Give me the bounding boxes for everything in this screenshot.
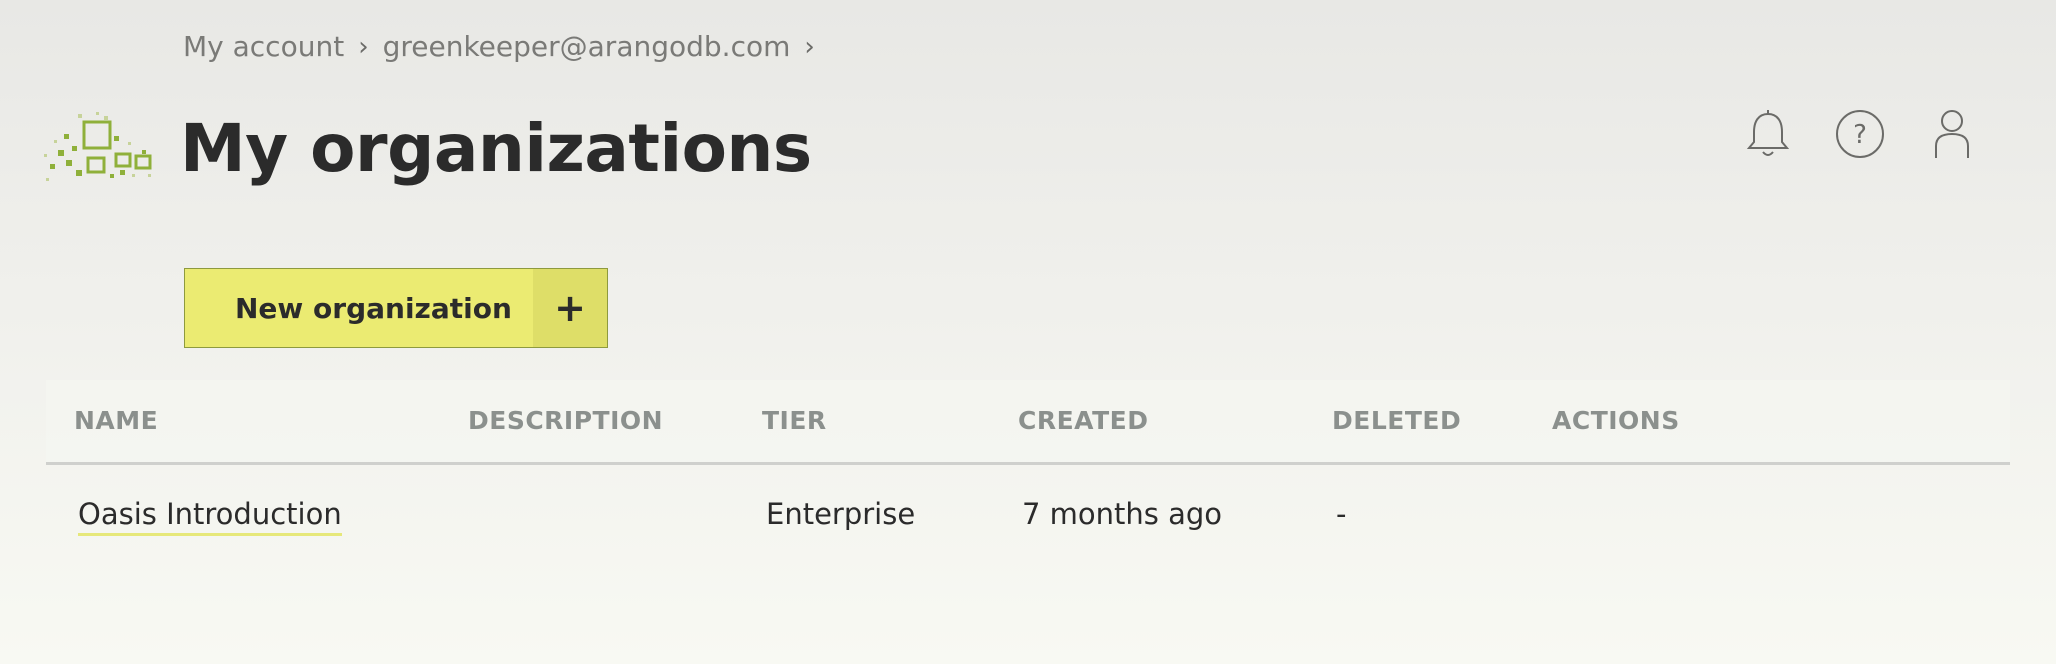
breadcrumb-separator: › <box>804 31 815 62</box>
svg-text:?: ? <box>1853 120 1867 150</box>
new-organization-button[interactable]: New organization + <box>184 268 608 348</box>
column-header-name[interactable]: NAME <box>74 406 158 435</box>
bell-icon[interactable] <box>1740 106 1796 162</box>
organization-tier: Enterprise <box>766 497 916 531</box>
plus-icon: + <box>533 269 607 347</box>
column-header-created[interactable]: CREATED <box>1018 406 1148 435</box>
new-organization-label: New organization <box>235 291 512 325</box>
column-header-actions: ACTIONS <box>1552 406 1680 435</box>
table-header: NAME DESCRIPTION TIER CREATED DELETED AC… <box>46 380 2010 465</box>
organization-created: 7 months ago <box>1022 497 1223 531</box>
organization-deleted: - <box>1336 497 1347 531</box>
column-header-tier[interactable]: TIER <box>762 406 827 435</box>
table-row: Oasis Introduction Enterprise 7 months a… <box>46 465 2010 593</box>
column-header-deleted[interactable]: DELETED <box>1332 406 1461 435</box>
user-icon[interactable] <box>1924 106 1980 162</box>
breadcrumb: My account › greenkeeper@arangodb.com › <box>183 30 829 63</box>
organizations-table: NAME DESCRIPTION TIER CREATED DELETED AC… <box>46 380 2010 593</box>
page-title: My organizations <box>180 110 812 187</box>
help-icon[interactable]: ? <box>1832 106 1888 162</box>
organization-name-link[interactable]: Oasis Introduction <box>78 497 342 536</box>
header-icons: ? <box>1740 106 1980 162</box>
arangodb-logo-icon <box>44 112 160 184</box>
breadcrumb-separator: › <box>358 31 369 62</box>
breadcrumb-my-account[interactable]: My account <box>183 30 344 63</box>
column-header-description[interactable]: DESCRIPTION <box>468 406 663 435</box>
breadcrumb-account-email[interactable]: greenkeeper@arangodb.com <box>383 30 791 63</box>
